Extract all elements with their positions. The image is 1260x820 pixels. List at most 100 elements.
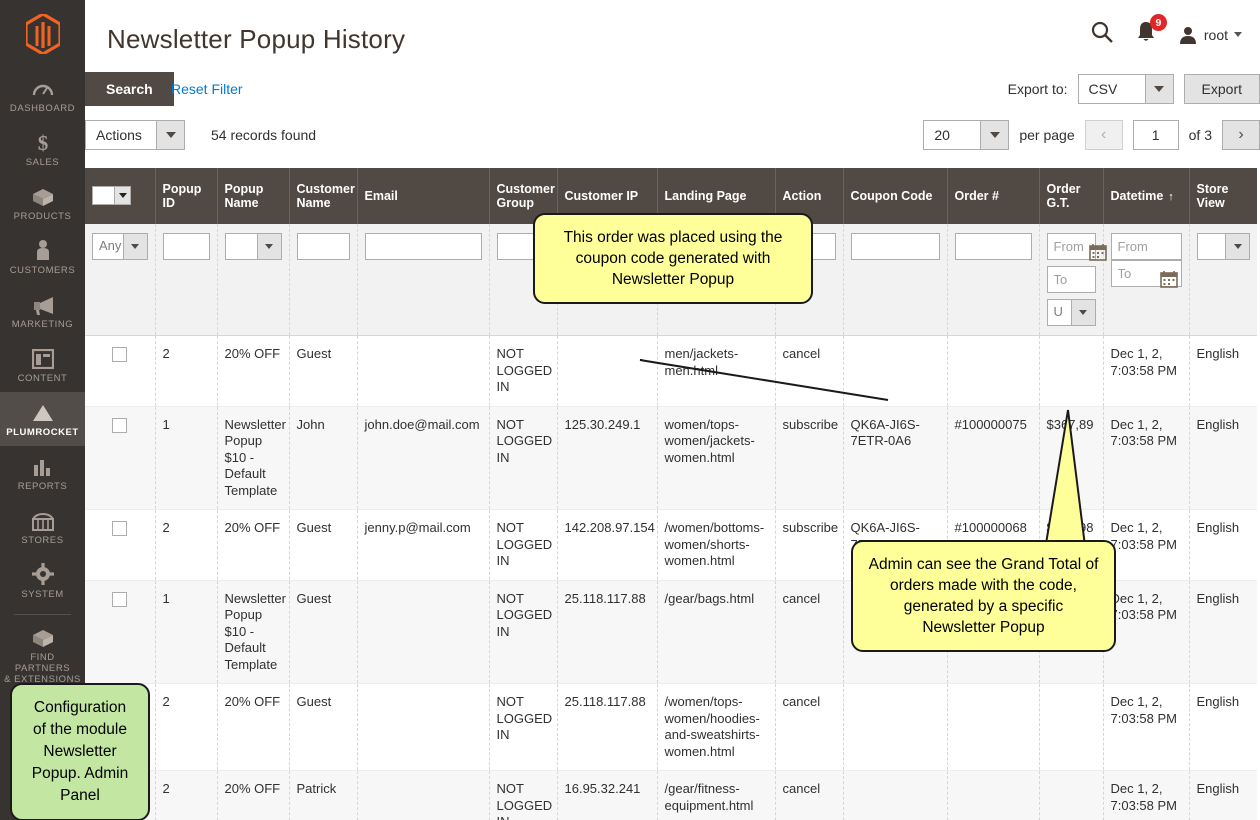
cell-customer_ip: 25.118.117.88: [557, 580, 658, 684]
grid-header-order_gt[interactable]: Order G.T.: [1039, 168, 1104, 224]
sidebar-label: CUSTOMERS: [9, 265, 76, 276]
grid-header-select[interactable]: [85, 168, 156, 224]
row-checkbox[interactable]: [112, 347, 128, 362]
page-header: Newsletter Popup History 9 root: [85, 0, 1260, 72]
grid-header-datetime[interactable]: Datetime ↑: [1103, 168, 1190, 224]
cell-store_view: English: [1196, 694, 1240, 709]
box-icon: [31, 185, 55, 207]
sidebar-item-stores[interactable]: STORES: [0, 500, 85, 554]
filter-cell-datetime: [1088, 224, 1190, 336]
layout-panel-icon: [31, 347, 54, 369]
select-all-checkbox[interactable]: [93, 186, 114, 204]
user-menu[interactable]: root: [1178, 25, 1242, 45]
page-title: Newsletter Popup History: [107, 24, 406, 54]
sidebar-item-find-partners[interactable]: FIND PARTNERS & EXTENSIONS: [0, 617, 85, 693]
calendar-icon[interactable]: [1088, 243, 1107, 261]
sidebar-item-marketing[interactable]: MARKETING: [0, 284, 85, 338]
table-row[interactable]: 220% OFFPatrick NOT LOGGED IN16.95.32.241…: [85, 770, 1257, 820]
export-button[interactable]: Export: [1183, 74, 1260, 104]
cell-store_view: English: [1196, 346, 1240, 361]
cell-store_view: English: [1189, 406, 1257, 510]
grid-header-popup_name[interactable]: Popup Name: [217, 168, 290, 224]
actions-select[interactable]: Actions: [85, 120, 185, 150]
per-page-value: 20: [934, 127, 950, 143]
gear-icon: [31, 563, 54, 585]
grid-header-label: Customer Group: [496, 182, 555, 210]
row-checkbox[interactable]: [112, 417, 128, 433]
grid-header-label: Popup ID: [162, 182, 202, 210]
bar-chart-icon: [32, 455, 54, 477]
grid-header-email[interactable]: Email: [357, 168, 490, 224]
sort-ascending-icon: ↑: [1168, 190, 1174, 203]
sidebar-item-reports[interactable]: REPORTS: [0, 446, 85, 500]
table-row[interactable]: 2 20% OFF Guest NOT LOGGED IN 25.118.117.88/…: [85, 683, 1257, 771]
cell-select: [85, 580, 156, 684]
filter-cell-store-view: [1189, 224, 1257, 336]
per-page-select[interactable]: 20: [923, 120, 1010, 150]
sidebar-item-content[interactable]: CONTENT: [0, 338, 85, 392]
grid-header-coupon_code[interactable]: Coupon Code: [843, 168, 948, 224]
filter-cell-customer-name: [289, 224, 358, 336]
select-all-dropdown[interactable]: [92, 185, 131, 205]
grid-header-order_no[interactable]: Order #: [947, 168, 1040, 224]
grid-header-label: Store View: [1196, 182, 1229, 210]
cell-popup_name: Newsletter Popup $10 - Default Template: [217, 406, 290, 510]
coupon-code-filter-input[interactable]: [850, 233, 940, 260]
cell-customer_ip: 142.208.97.154: [557, 509, 658, 580]
order-gt-to-input[interactable]: [1046, 266, 1096, 293]
sidebar-item-products[interactable]: PRODUCTS: [0, 176, 85, 230]
search-button[interactable]: Search: [85, 72, 174, 106]
sidebar-item-customers[interactable]: CUSTOMERS: [0, 230, 85, 284]
order-gt-currency-select[interactable]: U: [1046, 299, 1096, 326]
dashboard-gauge-icon: [32, 77, 54, 99]
page-number-input[interactable]: [1132, 120, 1179, 150]
grid-header-store_view[interactable]: Store View: [1189, 168, 1257, 224]
calendar-icon[interactable]: [1159, 270, 1178, 288]
cell-customer_group: NOT LOGGED IN: [489, 335, 558, 406]
grid-header-label: Datetime: [1110, 188, 1164, 203]
row-checkbox[interactable]: [112, 521, 128, 536]
next-page-button[interactable]: ›: [1222, 120, 1260, 150]
cell-datetime: Dec 1, 2, 7:03:58 PM: [1103, 406, 1190, 510]
order-number-filter-input[interactable]: [954, 233, 1032, 260]
cell-landing_page: /women/bottoms-women/shorts-women.html: [657, 509, 776, 580]
cell-customer_group: NOT LOGGED IN: [489, 406, 558, 510]
magento-logo[interactable]: [0, 0, 85, 68]
customer-name-filter-input[interactable]: [296, 233, 350, 260]
cell-customer_name: Guest: [289, 683, 358, 771]
cell-datetime: Dec 1, 2, 7:03:58 PM: [1103, 770, 1190, 820]
grid-header-popup_id[interactable]: Popup ID: [155, 168, 218, 224]
sidebar-item-system[interactable]: SYSTEM: [0, 554, 85, 608]
grid-header-customer_name[interactable]: Customer Name: [289, 168, 358, 224]
sidebar-item-dashboard[interactable]: DASHBOARD: [0, 68, 85, 122]
cell-popup_id: 2: [155, 770, 218, 820]
dollar-sign-icon: $: [35, 131, 51, 153]
grid-header-label: Coupon Code: [850, 189, 933, 203]
email-filter-input[interactable]: [364, 233, 482, 260]
sidebar-label: PRODUCTS: [13, 211, 72, 222]
store-view-filter-select[interactable]: [1196, 233, 1250, 260]
datetime-from-input[interactable]: [1110, 233, 1182, 260]
row-checkbox[interactable]: [112, 591, 128, 607]
sidebar-item-plumrocket[interactable]: PLUMROCKET: [0, 392, 85, 446]
cell-email: [357, 683, 490, 771]
notifications-bell[interactable]: 9: [1136, 14, 1167, 48]
cell-email: [357, 580, 490, 684]
export-format-select[interactable]: CSV: [1077, 74, 1174, 104]
cell-customer_group: NOT LOGGED IN: [489, 509, 558, 580]
search-icon[interactable]: [1090, 20, 1114, 49]
admin-page: DASHBOARD $ SALES PRODUCTS CUSTOMERS MAR…: [0, 0, 1260, 820]
cell-customer_name: Guest: [289, 335, 358, 406]
popup-name-filter-select[interactable]: [224, 233, 282, 260]
chevron-down-icon: [1234, 32, 1242, 37]
previous-page-button[interactable]: ‹: [1084, 120, 1123, 150]
select-all-filter[interactable]: Any: [92, 233, 148, 260]
grid-header-label: Email: [364, 189, 398, 203]
reset-filter-link[interactable]: Reset Filter: [171, 81, 243, 97]
popup-id-filter-input[interactable]: [162, 233, 210, 260]
sidebar-label: REPORTS: [17, 481, 68, 492]
cell-landing_page: /women/tops-women/hoodies-and-sweatshirt…: [657, 683, 776, 771]
cell-landing_page: /gear/bags.html: [657, 580, 776, 684]
datetime-from-wrapper: [1088, 233, 1182, 261]
sidebar-item-sales[interactable]: $ SALES: [0, 122, 85, 176]
